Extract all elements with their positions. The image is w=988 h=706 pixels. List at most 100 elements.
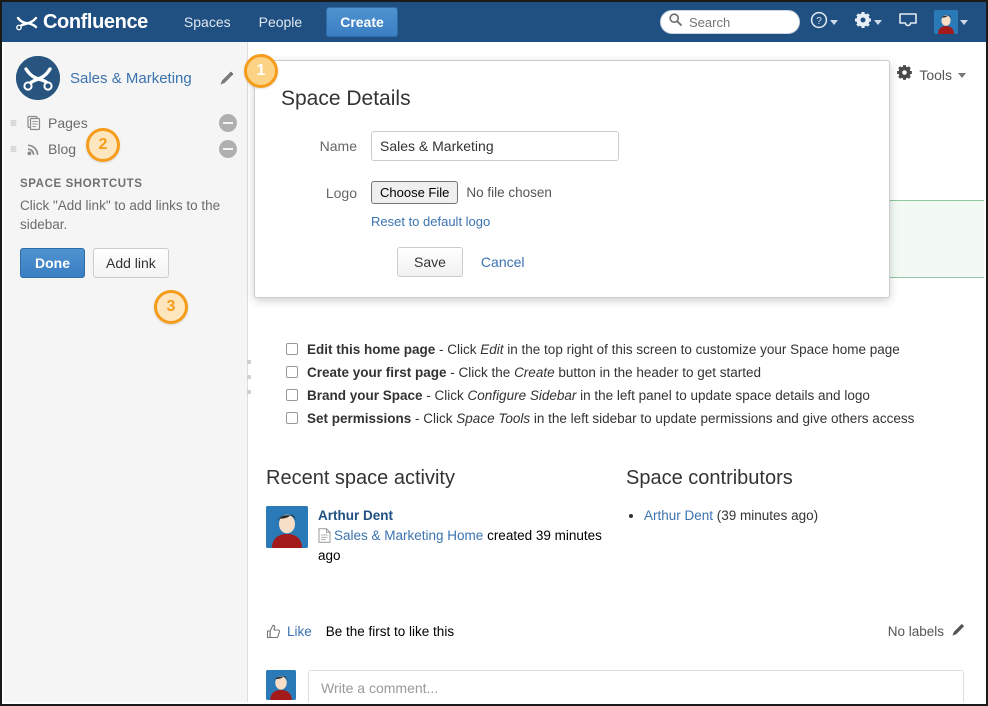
svg-text:?: ?: [816, 15, 822, 26]
section-title: Space contributors: [626, 467, 793, 489]
checklist-item-pre: - Click: [435, 342, 481, 357]
drag-handle-icon[interactable]: ≡: [10, 116, 20, 130]
pencil-icon[interactable]: [219, 70, 235, 86]
list-item: Arthur Dent (39 minutes ago): [644, 508, 956, 523]
user-avatar: [934, 10, 958, 34]
gear-icon: [896, 64, 913, 86]
contributor-link[interactable]: Arthur Dent: [644, 508, 713, 523]
contributors-list: Arthur Dent (39 minutes ago): [644, 508, 956, 523]
checkbox[interactable]: [286, 389, 298, 401]
confluence-logo[interactable]: Confluence: [16, 11, 148, 34]
space-shortcuts-help-text: Click "Add link" to add links to the sid…: [20, 198, 221, 232]
gear-icon: [854, 11, 872, 34]
checklist-item-pre: - Click: [411, 411, 457, 426]
name-field-row: Name: [255, 131, 889, 161]
confluence-logo-icon: [16, 12, 38, 32]
brand-label: Confluence: [43, 10, 148, 33]
sidebar-item-pages[interactable]: ≡ Pages: [4, 110, 247, 136]
remove-circle-icon[interactable]: [219, 140, 237, 158]
user-menu[interactable]: [928, 10, 974, 34]
chevron-down-icon: [830, 19, 838, 25]
file-picker: Choose File No file chosen: [371, 181, 552, 204]
cancel-link[interactable]: Cancel: [481, 254, 525, 270]
checklist-item-title: Create your first page: [307, 365, 447, 380]
name-label: Name: [319, 138, 357, 154]
activity-body: Arthur Dent Sales & Marketing Home creat…: [318, 506, 616, 566]
done-button[interactable]: Done: [20, 248, 85, 278]
labels-text: No labels: [887, 623, 944, 639]
search-input[interactable]: [687, 13, 791, 31]
help-menu[interactable]: ?: [804, 11, 844, 34]
space-tools-button[interactable]: Tools: [896, 64, 966, 86]
checklist-item-title: Set permissions: [307, 411, 412, 426]
page-document-icon: [318, 528, 331, 543]
remove-circle-icon[interactable]: [219, 114, 237, 132]
contributor-meta: (39 minutes ago): [713, 508, 819, 523]
space-name-label: Sales & Marketing: [70, 69, 192, 87]
checklist-item-pre: - Click the: [446, 365, 515, 380]
choose-file-button[interactable]: Choose File: [371, 181, 459, 204]
logo-field-row: Logo Choose File No file chosen: [255, 181, 889, 204]
comment-input[interactable]: Write a comment...: [308, 670, 964, 702]
search-icon: [669, 13, 682, 31]
checkbox[interactable]: [286, 366, 298, 378]
getting-started-checklist: Edit this home page - Click Edit in the …: [286, 340, 984, 432]
space-name-input[interactable]: [371, 131, 619, 161]
rss-blog-icon: [26, 141, 42, 157]
checklist-item[interactable]: Edit this home page - Click Edit in the …: [286, 340, 984, 359]
search-box[interactable]: [660, 10, 800, 34]
comment-composer: Write a comment...: [266, 670, 964, 702]
create-button[interactable]: Create: [326, 7, 398, 37]
checklist-item-emphasis: Space Tools: [456, 411, 531, 426]
like-status-text: Be the first to like this: [325, 623, 455, 639]
checklist-item-post: button in the header to get started: [554, 365, 761, 380]
logo-label: Logo: [325, 184, 357, 201]
pages-icon: [26, 115, 42, 131]
inbox-icon: [898, 11, 918, 34]
checklist-item-post: in the left panel to update space detail…: [576, 388, 870, 403]
checkbox[interactable]: [286, 343, 298, 355]
space-shortcuts-heading: SPACE SHORTCUTS: [20, 178, 143, 190]
checklist-item[interactable]: Brand your Space - Click Configure Sideb…: [286, 386, 984, 405]
like-label[interactable]: Like: [287, 624, 312, 639]
sidebar-item-label: Pages: [48, 115, 88, 131]
top-navigation-bar: Confluence Spaces People Create ?: [2, 2, 986, 42]
drag-handle-icon[interactable]: ≡: [10, 142, 20, 156]
reset-default-logo-link[interactable]: Reset to default logo: [371, 214, 889, 229]
activity-author-link[interactable]: Arthur Dent: [318, 508, 393, 523]
notifications-button[interactable]: [892, 11, 924, 34]
tools-label: Tools: [919, 67, 952, 83]
no-file-chosen-text: No file chosen: [466, 185, 552, 200]
sidebar-item-blog[interactable]: ≡ Blog: [4, 136, 247, 162]
activity-page-link[interactable]: Sales & Marketing Home: [334, 528, 483, 543]
question-circle-icon: ?: [810, 11, 828, 34]
chevron-down-icon: [874, 19, 882, 25]
checklist-item[interactable]: Set permissions - Click Space Tools in t…: [286, 409, 984, 428]
like-button[interactable]: Like: [266, 624, 312, 639]
sidebar-resize-handle[interactable]: [247, 360, 253, 394]
nav-right-group: ?: [660, 2, 974, 42]
dialog-actions: Save Cancel: [397, 247, 889, 277]
checklist-item[interactable]: Create your first page - Click the Creat…: [286, 363, 984, 382]
checklist-item-post: in the left sidebar to update permission…: [530, 411, 915, 426]
checklist-item-pre: - Click: [422, 388, 468, 403]
nav-link-people[interactable]: People: [247, 8, 315, 36]
space-sidebar: Sales & Marketing ≡ Pages ≡ Blog SPACE S…: [4, 42, 248, 702]
space-scissors-logo[interactable]: [16, 56, 60, 100]
checkbox[interactable]: [286, 412, 298, 424]
recent-space-activity-section: Recent space activity Arthur Dent Sales …: [266, 467, 616, 566]
checklist-item-post: in the top right of this screen to custo…: [503, 342, 900, 357]
thumbs-up-icon: [266, 624, 281, 639]
add-link-button[interactable]: Add link: [93, 248, 169, 278]
settings-menu[interactable]: [848, 11, 888, 34]
chevron-down-icon: [958, 72, 966, 78]
save-button[interactable]: Save: [397, 247, 463, 277]
nav-link-spaces[interactable]: Spaces: [172, 8, 243, 36]
labels-area[interactable]: No labels: [888, 622, 966, 640]
section-title: Recent space activity: [266, 467, 455, 489]
annotation-badge-1: 1: [244, 54, 278, 88]
sidebar-actions: Done Add link: [4, 234, 247, 278]
pencil-icon[interactable]: [951, 622, 966, 640]
space-contributors-section: Space contributors Arthur Dent (39 minut…: [626, 467, 956, 527]
sidebar-item-label: Blog: [48, 141, 77, 157]
